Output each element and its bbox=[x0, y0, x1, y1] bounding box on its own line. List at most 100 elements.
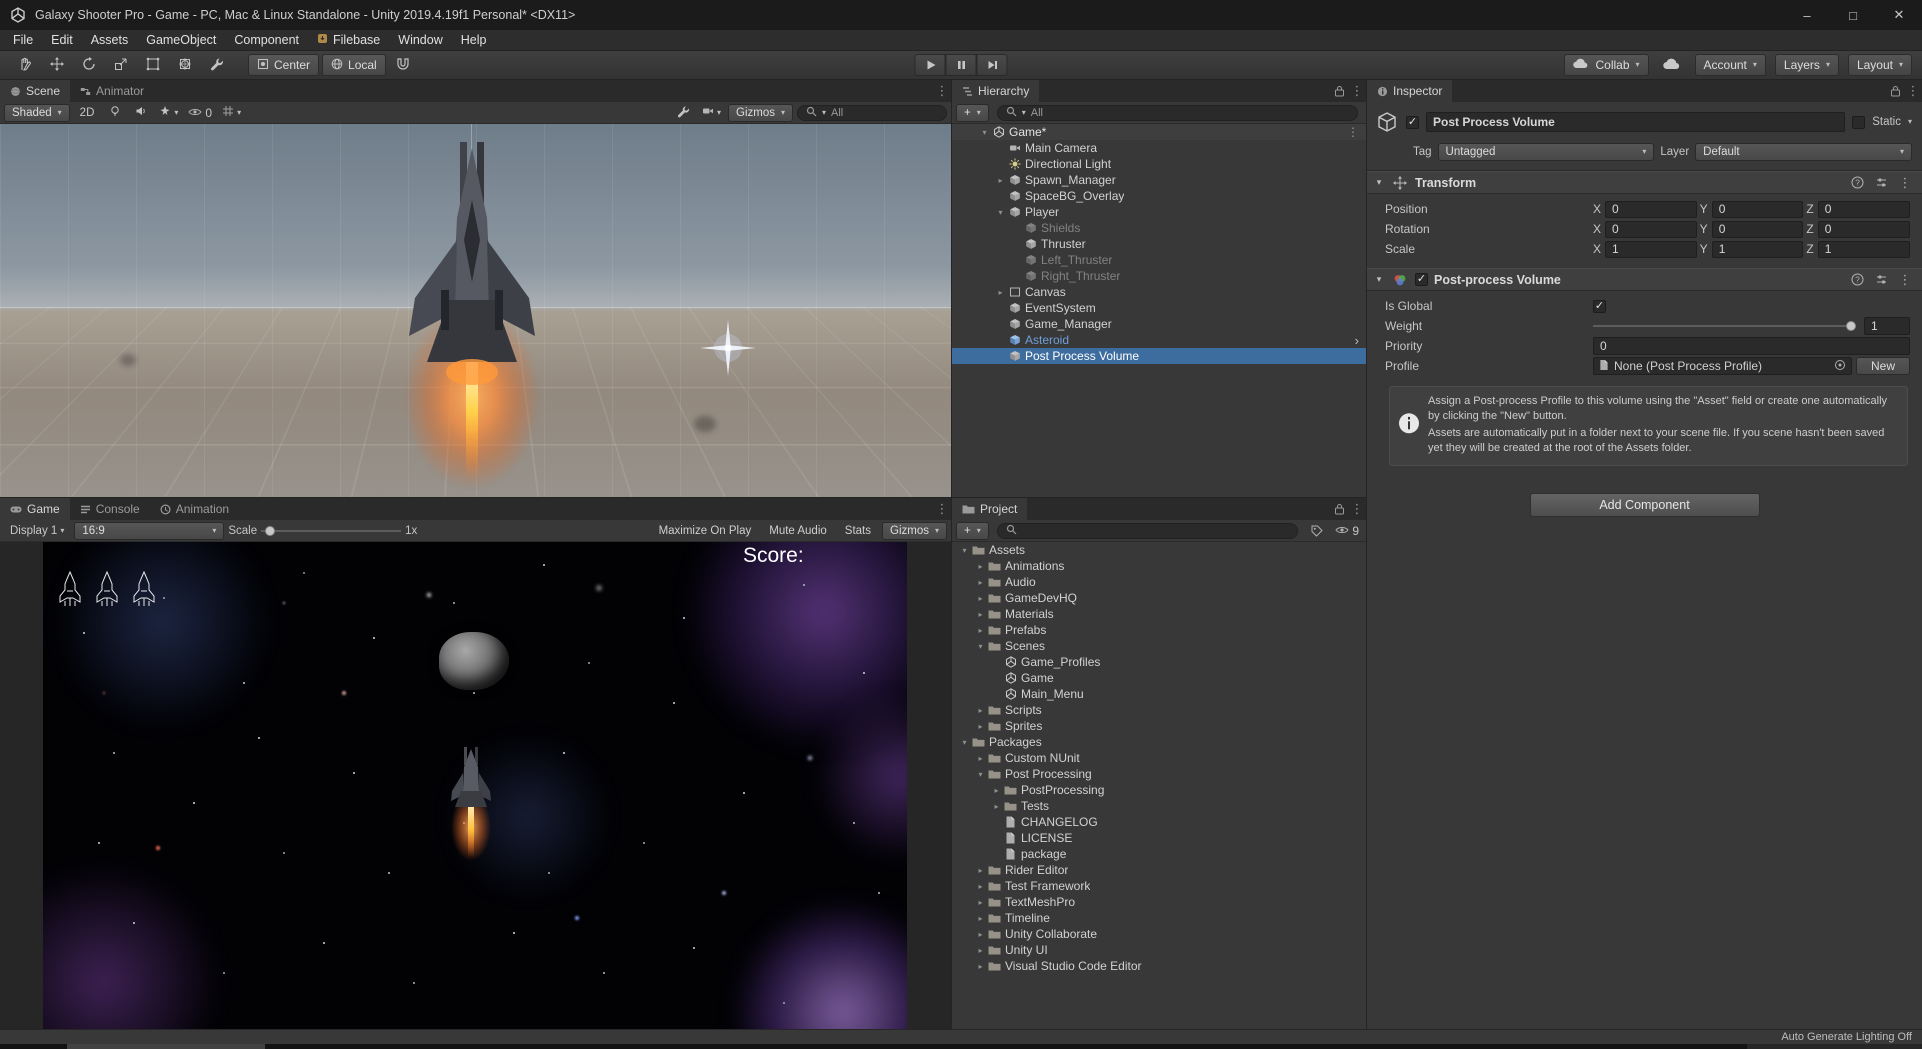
project-item-game[interactable]: Game bbox=[952, 670, 1366, 686]
space-toggle-button[interactable]: Local bbox=[322, 54, 386, 76]
stats-toggle[interactable]: Stats bbox=[838, 525, 878, 537]
scene-panel-menu-icon[interactable]: ⋮ bbox=[933, 80, 951, 102]
hierarchy-item-right_thruster[interactable]: Right_Thruster bbox=[952, 268, 1366, 284]
help-icon[interactable]: ? bbox=[1848, 273, 1866, 286]
custom-tool-button[interactable] bbox=[202, 54, 232, 76]
expand-arrow-icon[interactable]: ▸ bbox=[974, 722, 987, 731]
hierarchy-item-game_manager[interactable]: Game_Manager bbox=[952, 316, 1366, 332]
label-filter-icon[interactable] bbox=[1306, 522, 1328, 540]
expand-arrow-icon[interactable]: ▸ bbox=[974, 594, 987, 603]
layers-dropdown[interactable]: Layers ▾ bbox=[1774, 54, 1839, 76]
project-item-sprites[interactable]: ▸ Sprites bbox=[952, 718, 1366, 734]
position-x-field[interactable]: 0 bbox=[1605, 200, 1697, 218]
hierarchy-scene-row[interactable]: ▾ Game* ⋮ bbox=[952, 124, 1366, 140]
project-item-animations[interactable]: ▸ Animations bbox=[952, 558, 1366, 574]
weight-field[interactable]: 1 bbox=[1864, 317, 1910, 335]
scene-search-input[interactable]: ▾ All bbox=[797, 104, 947, 121]
inspector-menu-icon[interactable]: ⋮ bbox=[1904, 80, 1922, 102]
component-menu-icon[interactable]: ⋮ bbox=[1896, 272, 1914, 288]
menu-window[interactable]: Window bbox=[389, 30, 451, 50]
tag-dropdown[interactable]: Untagged ▾ bbox=[1437, 143, 1655, 161]
project-menu-icon[interactable]: ⋮ bbox=[1348, 498, 1366, 520]
project-item-post-processing[interactable]: ▾ Post Processing bbox=[952, 766, 1366, 782]
menu-gameobject[interactable]: GameObject bbox=[137, 30, 225, 50]
expand-arrow-icon[interactable]: ▸ bbox=[974, 882, 987, 891]
tab-scene[interactable]: Scene bbox=[0, 80, 71, 102]
lighting-status[interactable]: Auto Generate Lighting Off bbox=[1781, 1031, 1912, 1043]
expand-arrow-icon[interactable]: ▸ bbox=[974, 914, 987, 923]
hierarchy-item-shields[interactable]: Shields bbox=[952, 220, 1366, 236]
position-z-field[interactable]: 0 bbox=[1817, 200, 1911, 218]
expand-arrow-icon[interactable]: ▸ bbox=[994, 288, 1007, 297]
project-search-input[interactable] bbox=[996, 522, 1299, 539]
game-panel-menu-icon[interactable]: ⋮ bbox=[933, 498, 951, 520]
hierarchy-item-main-camera[interactable]: Main Camera bbox=[952, 140, 1366, 156]
menu-file[interactable]: File bbox=[4, 30, 42, 50]
component-enabled-checkbox[interactable] bbox=[1415, 273, 1428, 286]
is-global-checkbox[interactable] bbox=[1593, 299, 1606, 313]
hierarchy-item-player[interactable]: ▾ Player bbox=[952, 204, 1366, 220]
expand-arrow-icon[interactable]: ▾ bbox=[978, 128, 991, 137]
hidden-packages-toggle[interactable]: 9 bbox=[1332, 522, 1362, 540]
hierarchy-item-thruster[interactable]: Thruster bbox=[952, 236, 1366, 252]
menu-assets[interactable]: Assets bbox=[82, 30, 138, 50]
mute-audio-toggle[interactable]: Mute Audio bbox=[762, 525, 834, 537]
slider-handle[interactable] bbox=[1846, 321, 1856, 331]
project-item-custom-nunit[interactable]: ▸ Custom NUnit bbox=[952, 750, 1366, 766]
scene-viewport[interactable] bbox=[0, 124, 951, 497]
scene-camera-dropdown[interactable]: ▾ bbox=[699, 104, 724, 122]
rotation-z-field[interactable]: 0 bbox=[1817, 220, 1911, 238]
hierarchy-item-post-process-volume[interactable]: Post Process Volume bbox=[952, 348, 1366, 364]
project-item-audio[interactable]: ▸ Audio bbox=[952, 574, 1366, 590]
prefab-chevron-icon[interactable]: › bbox=[1355, 334, 1366, 347]
window-minimize-button[interactable]: – bbox=[1784, 0, 1830, 30]
play-button[interactable] bbox=[914, 54, 946, 76]
window-close-button[interactable]: ✕ bbox=[1876, 0, 1922, 30]
lock-icon[interactable] bbox=[1330, 80, 1348, 102]
scene-audio-toggle[interactable] bbox=[130, 104, 152, 122]
shading-mode-dropdown[interactable]: Shaded ▾ bbox=[4, 103, 70, 122]
create-asset-button[interactable]: + ▾ bbox=[956, 521, 989, 540]
scene-grid-dropdown[interactable]: ▾ bbox=[219, 104, 244, 122]
foldout-arrow-icon[interactable]: ▾ bbox=[1373, 177, 1385, 188]
move-tool-button[interactable] bbox=[42, 54, 72, 76]
project-item-scripts[interactable]: ▸ Scripts bbox=[952, 702, 1366, 718]
game-gizmos-dropdown[interactable]: Gizmos ▾ bbox=[882, 521, 947, 540]
static-dropdown-caret[interactable]: ▾ bbox=[1908, 118, 1912, 126]
lock-icon[interactable] bbox=[1330, 498, 1348, 520]
rotation-y-field[interactable]: 0 bbox=[1711, 220, 1804, 238]
project-item-textmeshpro[interactable]: ▸ TextMeshPro bbox=[952, 894, 1366, 910]
pause-button[interactable] bbox=[945, 54, 977, 76]
2d-toggle[interactable]: 2D bbox=[74, 104, 101, 122]
hierarchy-item-canvas[interactable]: ▸ Canvas bbox=[952, 284, 1366, 300]
project-item-gamedevhq[interactable]: ▸ GameDevHQ bbox=[952, 590, 1366, 606]
expand-arrow-icon[interactable]: ▸ bbox=[974, 930, 987, 939]
project-item-game_profiles[interactable]: Game_Profiles bbox=[952, 654, 1366, 670]
hierarchy-item-eventsystem[interactable]: EventSystem bbox=[952, 300, 1366, 316]
hand-tool-button[interactable] bbox=[10, 54, 40, 76]
project-item-prefabs[interactable]: ▸ Prefabs bbox=[952, 622, 1366, 638]
hierarchy-search-input[interactable]: ▾ All bbox=[996, 104, 1358, 121]
player-ship-scene[interactable] bbox=[397, 140, 547, 496]
project-item-test-framework[interactable]: ▸ Test Framework bbox=[952, 878, 1366, 894]
collab-dropdown[interactable]: Collab ▾ bbox=[1564, 54, 1649, 76]
window-maximize-button[interactable]: □ bbox=[1830, 0, 1876, 30]
menu-help[interactable]: Help bbox=[452, 30, 496, 50]
project-item-visual-studio-code-editor[interactable]: ▸ Visual Studio Code Editor bbox=[952, 958, 1366, 974]
aspect-dropdown[interactable]: 16:9 ▾ bbox=[74, 521, 225, 540]
scale-z-field[interactable]: 1 bbox=[1817, 240, 1911, 258]
project-item-rider-editor[interactable]: ▸ Rider Editor bbox=[952, 862, 1366, 878]
maximize-on-play-toggle[interactable]: Maximize On Play bbox=[652, 525, 759, 537]
layer-dropdown[interactable]: Default ▾ bbox=[1695, 143, 1913, 161]
step-button[interactable] bbox=[976, 54, 1008, 76]
tab-inspector[interactable]: Inspector bbox=[1367, 80, 1453, 102]
hierarchy-menu-icon[interactable]: ⋮ bbox=[1348, 80, 1366, 102]
hierarchy-item-directional-light[interactable]: Directional Light bbox=[952, 156, 1366, 172]
ppv-component-header[interactable]: ▾ Post-process Volume ? ⋮ bbox=[1367, 268, 1922, 291]
display-dropdown[interactable]: Display 1 ▾ bbox=[4, 522, 70, 540]
grid-snap-button[interactable] bbox=[389, 54, 417, 76]
tab-animator[interactable]: Animator bbox=[70, 80, 154, 102]
expand-arrow-icon[interactable]: ▸ bbox=[974, 626, 987, 635]
preset-icon[interactable] bbox=[1872, 273, 1890, 286]
lock-icon[interactable] bbox=[1886, 80, 1904, 102]
